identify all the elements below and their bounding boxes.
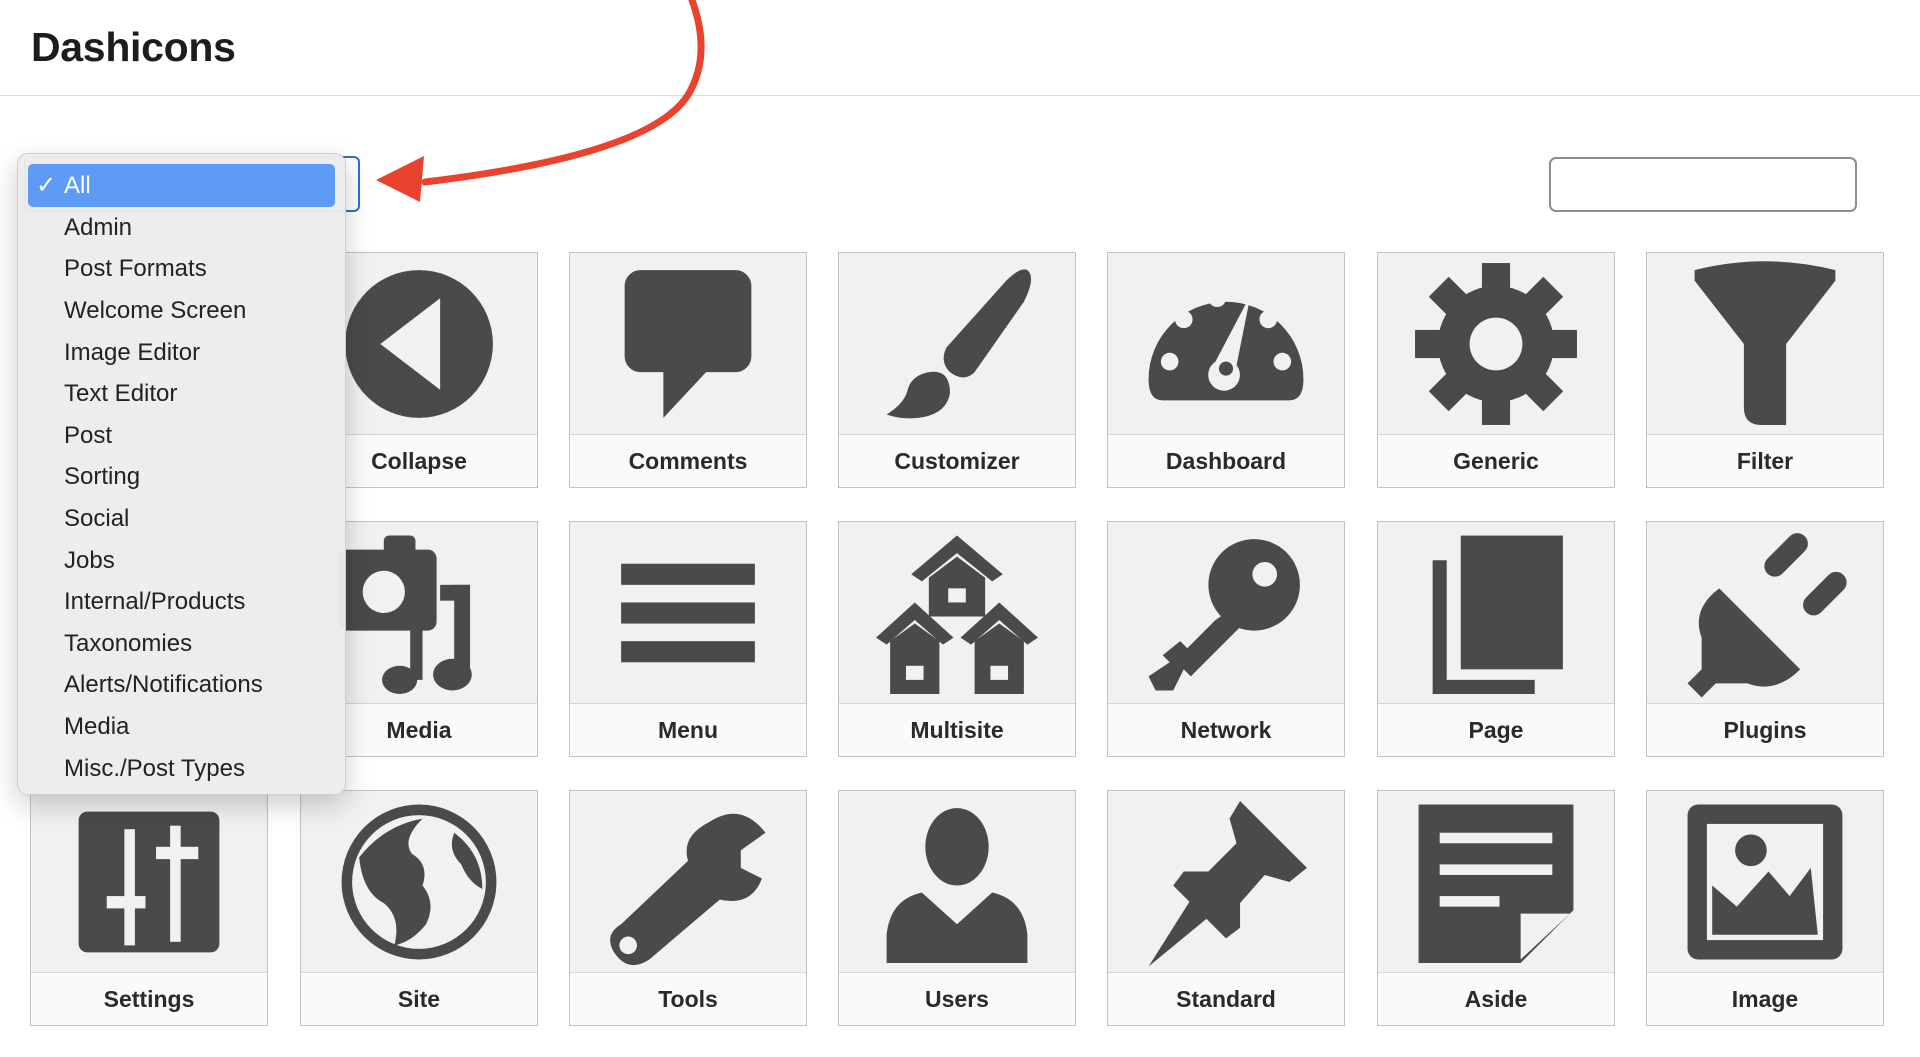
option-label: Jobs: [64, 546, 115, 574]
aside-icon: [1418, 804, 1574, 963]
media-icon: [338, 535, 472, 694]
standard-icon: [1148, 801, 1307, 967]
icon-tile-site[interactable]: Site: [300, 790, 538, 1026]
icon-label: Comments: [570, 434, 806, 487]
icon-tile-network[interactable]: Network: [1107, 521, 1345, 757]
icon-label: Aside: [1378, 972, 1614, 1025]
icon-tile-generic[interactable]: Generic: [1377, 252, 1615, 488]
option-label: Social: [64, 504, 130, 532]
icon-label: Customizer: [839, 434, 1075, 487]
icon-label: Multisite: [839, 703, 1075, 756]
page-title: Dashicons: [31, 24, 236, 70]
option-label: Misc./Post Types: [64, 754, 245, 782]
option-label: Internal/Products: [64, 588, 246, 616]
option-label: Taxonomies: [64, 629, 193, 657]
users-icon: [886, 808, 1028, 963]
dropdown-option-jobs[interactable]: Jobs: [28, 540, 335, 582]
customizer-icon: [886, 269, 1032, 419]
icon-tile-image[interactable]: Image: [1646, 790, 1884, 1026]
icon-label: Generic: [1378, 434, 1614, 487]
search-input[interactable]: [1549, 157, 1857, 212]
icon-tile-comments[interactable]: Comments: [569, 252, 807, 488]
page-icon: [1432, 535, 1563, 694]
dropdown-option-sorting[interactable]: Sorting: [28, 457, 335, 499]
icon-tile-multisite[interactable]: Multisite: [838, 521, 1076, 757]
dropdown-option-internal-products[interactable]: Internal/Products: [28, 581, 335, 623]
dropdown-option-media[interactable]: Media: [28, 706, 335, 748]
collapse-icon: [345, 270, 493, 418]
comments-icon: [624, 270, 752, 418]
option-label: Text Editor: [64, 380, 178, 408]
dropdown-option-admin[interactable]: Admin: [28, 207, 335, 249]
icon-label: Settings: [31, 972, 267, 1025]
icon-tile-settings[interactable]: Settings: [30, 790, 268, 1026]
option-label: Post: [64, 421, 113, 449]
icon-label: Site: [301, 972, 537, 1025]
icon-label: Filter: [1647, 434, 1883, 487]
dropdown-option-text-editor[interactable]: Text Editor: [28, 373, 335, 415]
filter-icon: [1694, 261, 1836, 425]
dropdown-option-image-editor[interactable]: Image Editor: [28, 332, 335, 374]
option-label: Media: [64, 712, 130, 740]
icon-tile-filter[interactable]: Filter: [1646, 252, 1884, 488]
icon-tile-dashboard[interactable]: Dashboard: [1107, 252, 1345, 488]
icon-label: Menu: [570, 703, 806, 756]
icon-label: Dashboard: [1108, 434, 1344, 487]
icon-tile-users[interactable]: Users: [838, 790, 1076, 1026]
icon-tile-customizer[interactable]: Customizer: [838, 252, 1076, 488]
multisite-icon: [876, 535, 1038, 694]
icon-label: Page: [1378, 703, 1614, 756]
dropdown-option-taxonomies[interactable]: Taxonomies: [28, 623, 335, 665]
icon-label: Image: [1647, 972, 1883, 1025]
dropdown-option-all[interactable]: ✓ All: [28, 164, 335, 207]
icon-tile-aside[interactable]: Aside: [1377, 790, 1615, 1026]
checkmark-icon: ✓: [36, 172, 57, 199]
icon-tile-tools[interactable]: Tools: [569, 790, 807, 1026]
network-icon: [1148, 539, 1300, 691]
option-label: All: [64, 171, 91, 199]
icon-tile-menu[interactable]: Menu: [569, 521, 807, 757]
icon-tile-page[interactable]: Page: [1377, 521, 1615, 757]
dropdown-option-social[interactable]: Social: [28, 498, 335, 540]
tools-icon: [610, 813, 766, 966]
generic-icon: [1415, 263, 1577, 425]
option-label: Post Formats: [64, 255, 207, 283]
dropdown-option-post[interactable]: Post: [28, 415, 335, 457]
dashboard-icon: [1148, 289, 1304, 401]
icon-label: Tools: [570, 972, 806, 1025]
dropdown-option-alerts-notifications[interactable]: Alerts/Notifications: [28, 665, 335, 707]
category-dropdown[interactable]: ✓ All Admin Post Formats Welcome Screen …: [17, 153, 346, 795]
icon-label: Users: [839, 972, 1075, 1025]
image-icon: [1687, 804, 1843, 960]
icon-tile-standard[interactable]: Standard: [1107, 790, 1345, 1026]
icon-tile-plugins[interactable]: Plugins: [1646, 521, 1884, 757]
dropdown-option-misc-post-types[interactable]: Misc./Post Types: [28, 748, 335, 790]
dropdown-option-welcome-screen[interactable]: Welcome Screen: [28, 290, 335, 332]
option-label: Image Editor: [64, 338, 201, 366]
option-label: Alerts/Notifications: [64, 671, 263, 699]
icon-label: Standard: [1108, 972, 1344, 1025]
icon-label: Network: [1108, 703, 1344, 756]
icon-label: Plugins: [1647, 703, 1883, 756]
site-icon: [341, 804, 497, 960]
option-label: Admin: [64, 213, 133, 241]
page-header: Dashicons: [0, 0, 1920, 96]
menu-icon: [621, 563, 755, 663]
settings-icon: [78, 811, 220, 953]
plugins-icon: [1687, 533, 1847, 698]
option-label: Sorting: [64, 463, 141, 491]
dropdown-option-post-formats[interactable]: Post Formats: [28, 249, 335, 291]
option-label: Welcome Screen: [64, 296, 247, 324]
